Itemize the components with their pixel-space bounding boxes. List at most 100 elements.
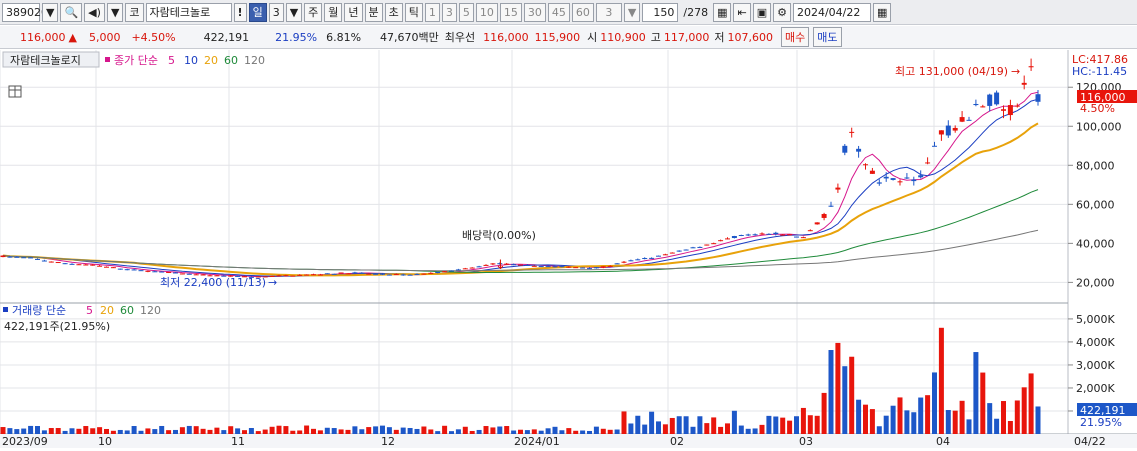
volume-ratio: 21.95% <box>275 30 318 44</box>
candle-body <box>1028 66 1034 68</box>
chart-area[interactable]: 120,000 100,000 80,000 60,000 40,000 20,000 5… <box>0 50 1137 448</box>
stock-code-input[interactable]: 389020 <box>2 2 48 22</box>
search-icon[interactable]: 🔍 <box>60 2 83 22</box>
calendar-icon[interactable]: ▦ <box>872 2 892 22</box>
candle-body <box>718 240 724 242</box>
volume-bar <box>166 430 172 434</box>
volume-bar <box>890 405 896 434</box>
candle-body <box>145 270 151 272</box>
period-daily-button[interactable]: 일 <box>248 2 267 22</box>
volume-bar <box>449 431 454 434</box>
volume-bar <box>814 415 820 434</box>
volume-bar <box>1007 420 1013 434</box>
volume-bar <box>897 397 903 434</box>
interval-5-button[interactable]: 5 <box>458 2 474 22</box>
period-tick-button[interactable]: 틱 <box>404 2 423 22</box>
candle-body <box>518 264 523 266</box>
period-monthly-button[interactable]: 월 <box>324 2 343 22</box>
volume-bar <box>828 350 834 434</box>
volume-legend-title: 거래량 단순 <box>12 304 66 317</box>
price-volume-chart[interactable]: 120,000100,00080,00060,00040,00020,000 5… <box>0 50 1137 448</box>
candle-body <box>959 117 965 122</box>
candle-body <box>628 260 634 262</box>
candle-body <box>821 214 827 218</box>
candle-body <box>276 275 282 277</box>
interval-15-button[interactable]: 15 <box>499 2 522 22</box>
settings-gear-icon[interactable]: ⚙ <box>773 2 791 22</box>
price-tick-label: 20,000 <box>1076 276 1115 289</box>
volume-bar <box>207 429 213 434</box>
period-second-button[interactable]: 초 <box>384 2 403 22</box>
volume-bar <box>745 428 751 434</box>
legend-ma-120: 120 <box>244 54 265 67</box>
volume-bar <box>462 426 468 434</box>
candle-body <box>297 274 303 276</box>
period-minute-button[interactable]: 분 <box>364 2 383 22</box>
candle-body <box>745 234 751 236</box>
volume-bar <box>669 417 675 434</box>
code-dropdown-icon[interactable]: ▼ <box>42 2 59 22</box>
interval-custom-field[interactable]: 3 <box>595 2 622 22</box>
period-yearly-button[interactable]: 년 <box>344 2 363 22</box>
image-save-icon[interactable]: ▣ <box>752 2 772 22</box>
candle-body <box>304 274 310 276</box>
sound-dropdown-icon[interactable]: ▼ <box>106 2 124 22</box>
date-tick-label: 12 <box>381 435 395 448</box>
page-count-input[interactable]: 150 <box>642 2 679 22</box>
sound-icon[interactable]: ◀) <box>84 2 105 22</box>
candle-body <box>856 148 862 152</box>
period-weekly-button[interactable]: 주 <box>304 2 323 22</box>
interval-dropdown-icon[interactable]: ▼ <box>623 2 641 22</box>
candle-body <box>317 274 323 276</box>
bid-price: 115,900 <box>534 30 581 44</box>
volume-bar <box>145 428 151 434</box>
interval-10-button[interactable]: 10 <box>475 2 498 22</box>
candle-body <box>152 271 158 273</box>
candle-body <box>538 266 544 268</box>
alert-button[interactable]: ! <box>233 2 247 22</box>
date-tick-label: 03 <box>799 435 813 448</box>
volume-bar <box>938 327 944 434</box>
volume-bar <box>421 426 427 434</box>
volume-bar <box>545 428 551 434</box>
interval-30-button[interactable]: 30 <box>523 2 546 22</box>
chart-grid-icon[interactable]: ▦ <box>713 2 732 22</box>
volume-bar <box>317 430 323 434</box>
volume-bar <box>980 372 986 434</box>
date-input[interactable]: 2024/04/22 <box>792 2 871 22</box>
candle-body <box>614 263 620 265</box>
candle-body <box>938 130 944 135</box>
volume-bar <box>738 425 744 434</box>
candle-body <box>690 247 696 249</box>
market-label[interactable]: 코 <box>125 2 144 22</box>
high-arrow-icon: → <box>1011 65 1020 78</box>
stock-name-field[interactable]: 자람테크놀로 <box>145 2 232 22</box>
trade-volume: 422,191 <box>203 30 250 44</box>
volume-bar <box>628 423 634 434</box>
interval-60-button[interactable]: 60 <box>571 2 594 22</box>
candle-body <box>331 273 337 275</box>
interval-45-button[interactable]: 45 <box>547 2 570 22</box>
interval-3-button[interactable]: 3 <box>441 2 457 22</box>
trade-amount: 47,670백만 <box>380 31 439 44</box>
candle-body <box>545 266 551 268</box>
candle-body <box>352 272 358 274</box>
period-count-dropdown-icon[interactable]: ▼ <box>285 2 303 22</box>
period-count-field[interactable]: 3 <box>268 2 284 22</box>
candle-body <box>987 94 993 106</box>
candle-body <box>849 131 855 133</box>
scroll-left-icon[interactable]: ⇤ <box>733 2 751 22</box>
candle-body <box>186 273 192 275</box>
buy-button[interactable]: 매수 <box>781 27 810 47</box>
candle-body <box>138 270 144 272</box>
high-annotation: 최고 131,000 (04/19) <box>895 65 1008 78</box>
candle-body <box>552 266 558 268</box>
date-tick-label: 02 <box>670 435 684 448</box>
volume-bar <box>400 427 406 434</box>
sell-button[interactable]: 매도 <box>813 27 842 47</box>
candle-body <box>911 179 917 182</box>
volume-bar <box>490 427 496 434</box>
volume-bar <box>952 410 958 434</box>
interval-1-button[interactable]: 1 <box>424 2 440 22</box>
volume-bar <box>607 429 613 434</box>
